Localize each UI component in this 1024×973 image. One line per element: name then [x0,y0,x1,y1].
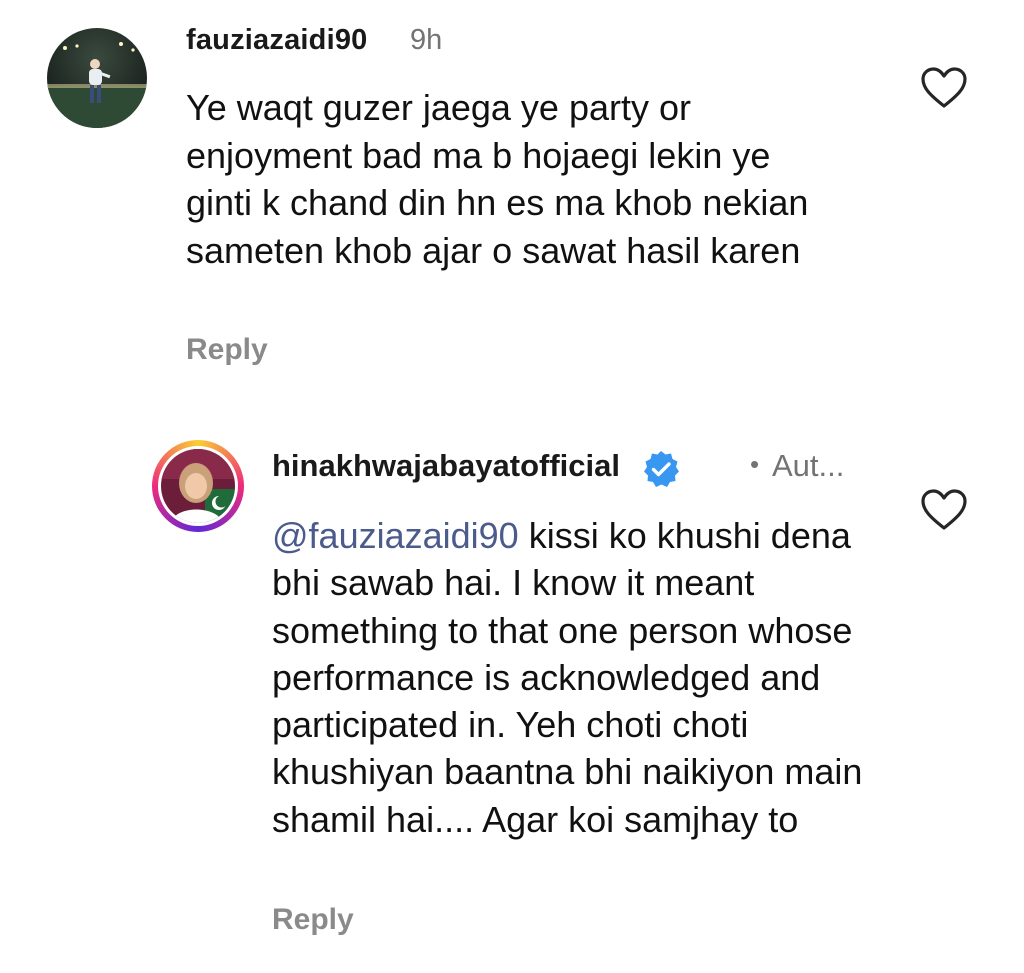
verified-badge-icon [641,449,681,489]
comment-text: @fauziazaidi90 kissi ko khushi dena bhi … [272,512,892,843]
reply-button[interactable]: Reply [272,903,354,937]
heart-outline-icon [921,489,967,530]
comment-username[interactable]: fauziazaidi90 [186,24,368,57]
heart-outline-icon [921,67,967,108]
like-button[interactable] [920,66,968,110]
comment-text: Ye waqt guzer jaega ye party or enjoymen… [186,87,809,271]
avatar-image [161,449,235,523]
avatar-image [47,28,147,128]
comment-meta: Aut... [772,448,845,483]
comment-body: kissi ko khushi dena bhi sawab hai. I kn… [272,515,863,840]
separator-dot: • [750,449,760,479]
avatar[interactable] [47,28,147,128]
mention-link[interactable]: @fauziazaidi90 [272,515,519,556]
story-ring[interactable] [152,440,244,532]
like-button[interactable] [920,488,968,532]
comment-username[interactable]: hinakhwajabayatofficial [272,448,620,484]
comment-timestamp: 9h [410,24,443,56]
avatar [158,446,238,526]
reply-button[interactable]: Reply [186,333,268,367]
